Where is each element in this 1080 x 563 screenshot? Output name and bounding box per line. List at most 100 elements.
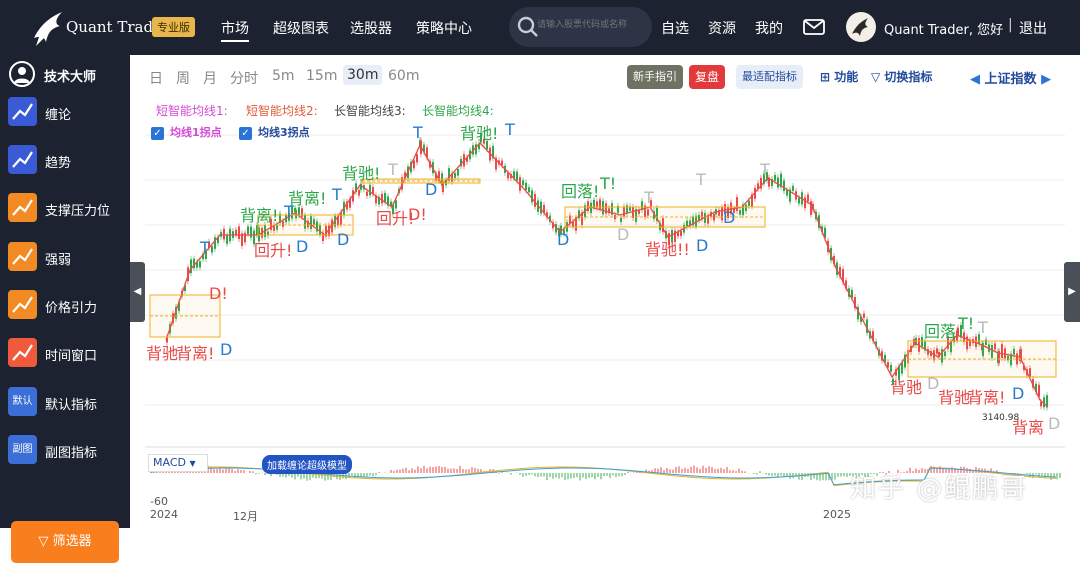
macd-histogram-bar [606, 473, 608, 476]
chart-signal-label: 背驰 [938, 384, 970, 408]
sidebar-item-default-indicator[interactable]: 默认默认指标 [8, 387, 128, 419]
nav-mine[interactable]: 我的 [755, 18, 783, 38]
timeframe-intraday[interactable]: 分时 [230, 68, 258, 88]
timeframe-week[interactable]: 周 [176, 68, 190, 88]
nav-super-chart[interactable]: 超级图表 [273, 18, 329, 38]
beginner-guide-button[interactable]: 新手指引 [627, 65, 683, 89]
candle-body [516, 172, 518, 181]
macd-histogram-bar [249, 471, 251, 473]
logout-link[interactable]: 退出 [1019, 18, 1047, 38]
macd-histogram-bar [390, 470, 392, 473]
macd-histogram-bar [420, 468, 422, 473]
timeframe-5m[interactable]: 5m [272, 68, 295, 84]
chart-toolbar: 日 周 月 分时 5m 15m 30m 60m 新手指引 复盘 最适配指标 ⊞ … [138, 62, 1080, 92]
ma1-turning-point-label: 均线1拐点 [170, 126, 222, 139]
sidebar-item-label: 默认指标 [45, 394, 97, 413]
sidebar-item-chanlun[interactable]: 缠论 [8, 97, 128, 129]
load-chan-model-button[interactable]: 加载缠论超级模型 [262, 455, 352, 474]
macd-indicator-select[interactable]: MACD ▼ [148, 454, 208, 472]
timeframe-60m[interactable]: 60m [388, 68, 419, 84]
macd-histogram-bar [753, 473, 755, 474]
nav-strategy-center[interactable]: 策略中心 [416, 18, 472, 38]
chart-signal-label: D [425, 180, 437, 199]
chart-signal-label: T [696, 170, 706, 189]
macd-histogram-bar [438, 466, 440, 473]
strength-icon [8, 242, 37, 271]
timeframe-month[interactable]: 月 [203, 68, 217, 88]
timeframe-day[interactable]: 日 [149, 68, 163, 88]
next-index-icon[interactable]: ▶ [1037, 72, 1052, 87]
search-icon[interactable] [517, 16, 539, 38]
sidebar-item-sub-indicator[interactable]: 副图副图指标 [8, 435, 128, 467]
macd-histogram-bar [552, 473, 554, 479]
macd-histogram-bar [252, 471, 254, 473]
nav-watchlist[interactable]: 自选 [661, 18, 689, 38]
macd-histogram-bar [783, 473, 785, 476]
ma3-turning-point-checkbox[interactable]: ✓均线3拐点 [239, 124, 310, 139]
macd-histogram-bar [579, 473, 581, 481]
avatar[interactable] [846, 12, 876, 42]
nav-resources[interactable]: 资源 [708, 18, 736, 38]
candle-body [522, 180, 524, 185]
nav-market[interactable]: 市场 [221, 18, 249, 38]
ma1-turning-point-checkbox[interactable]: ✓均线1拐点 [151, 124, 222, 139]
index-selector[interactable]: ◀ 上证指数 ▶ [970, 68, 1051, 87]
chart-signal-label: D [1048, 414, 1060, 433]
best-indicator-button[interactable]: 最适配指标 [736, 65, 803, 89]
sidebar-item-price-gravity[interactable]: 价格引力 [8, 290, 128, 322]
sub-indicator-icon: 副图 [8, 435, 37, 464]
user-greeting[interactable]: Quant Trader, 您好 [884, 19, 1003, 38]
macd-histogram-bar [1047, 473, 1049, 476]
sidebar-item-strength[interactable]: 强弱 [8, 242, 128, 274]
default-indicator-icon: 默认 [8, 387, 37, 416]
macd-histogram-bar [720, 468, 722, 473]
timeframe-15m[interactable]: 15m [306, 68, 337, 84]
macd-histogram-bar [255, 473, 257, 474]
macd-histogram-bar [357, 473, 359, 478]
macd-histogram-bar [474, 468, 476, 473]
macd-histogram-bar [402, 469, 404, 473]
macd-histogram-bar [768, 473, 770, 476]
macd-histogram-bar [441, 467, 443, 473]
switch-indicator-button[interactable]: ▽ 切换指标 [871, 68, 932, 85]
prev-index-icon[interactable]: ◀ [970, 72, 985, 87]
search-input[interactable] [537, 19, 645, 29]
eagle-logo-icon[interactable] [30, 8, 70, 48]
sidebar-item-trend[interactable]: 趋势 [8, 145, 128, 177]
review-button[interactable]: 复盘 [689, 65, 725, 89]
macd-histogram-bar [825, 473, 827, 480]
timeframe-30m[interactable]: 30m [343, 65, 382, 85]
chart-signal-label: D [337, 230, 349, 249]
chart-signal-label: T [200, 238, 210, 257]
macd-histogram-bar [240, 470, 242, 473]
macd-histogram-bar [459, 466, 461, 473]
macd-histogram-bar [594, 473, 596, 479]
macd-histogram-bar [1056, 473, 1058, 479]
mail-icon[interactable] [803, 18, 825, 36]
chevron-down-icon: ▼ [189, 459, 195, 468]
filter-button[interactable]: ▽ 筛选器 [11, 521, 119, 563]
collapse-right-handle[interactable]: ▶ [1064, 262, 1080, 322]
macd-histogram-bar [696, 467, 698, 473]
candle-body [226, 235, 228, 243]
macd-histogram-bar [426, 468, 428, 473]
sidebar-item-time-window[interactable]: 时间窗口 [8, 338, 128, 370]
macd-histogram-bar [411, 468, 413, 473]
nav-stock-screener[interactable]: 选股器 [350, 18, 392, 38]
chart-signal-label: D [1012, 384, 1024, 403]
filter-button-label: 筛选器 [53, 534, 92, 549]
legend-ma2: 短智能均线2: [246, 102, 318, 119]
functions-label: 功能 [834, 70, 858, 84]
search-box[interactable] [509, 7, 652, 47]
left-sidebar: 技术大师 缠论趋势支撑压力位强弱价格引力时间窗口默认默认指标副图副图指标 ▽ 筛… [0, 55, 130, 528]
candle-body [235, 230, 237, 235]
macd-histogram-bar [600, 473, 602, 479]
macd-histogram-bar [1035, 473, 1037, 475]
macd-histogram-bar [615, 473, 617, 477]
functions-button[interactable]: ⊞ 功能 [820, 68, 858, 85]
collapse-left-handle[interactable]: ◀ [130, 262, 145, 322]
checkmark-icon: ✓ [239, 127, 252, 140]
sidebar-item-support-resistance[interactable]: 支撑压力位 [8, 193, 128, 225]
macd-histogram-bar [726, 467, 728, 473]
macd-histogram-bar [237, 469, 239, 473]
